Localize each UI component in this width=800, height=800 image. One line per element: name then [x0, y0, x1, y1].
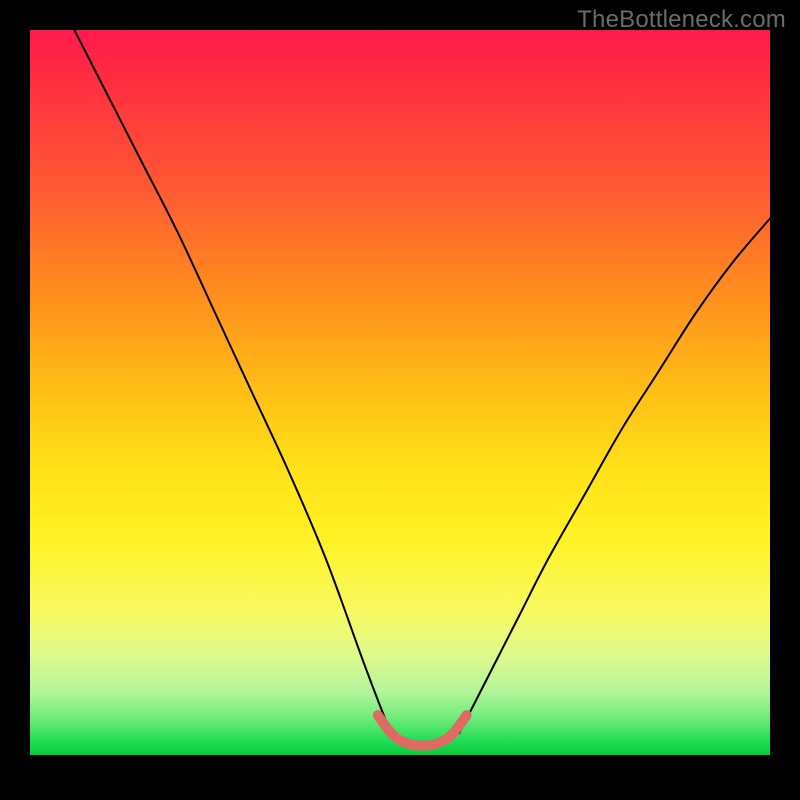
watermark-label: TheBottleneck.com — [577, 6, 786, 34]
curve-right-branch — [459, 219, 770, 734]
curve-layer — [30, 30, 770, 755]
curve-left-branch — [74, 30, 392, 733]
curve-valley-highlight — [378, 715, 467, 745]
chart-frame: TheBottleneck.com — [0, 0, 800, 800]
plot-area — [30, 30, 770, 755]
